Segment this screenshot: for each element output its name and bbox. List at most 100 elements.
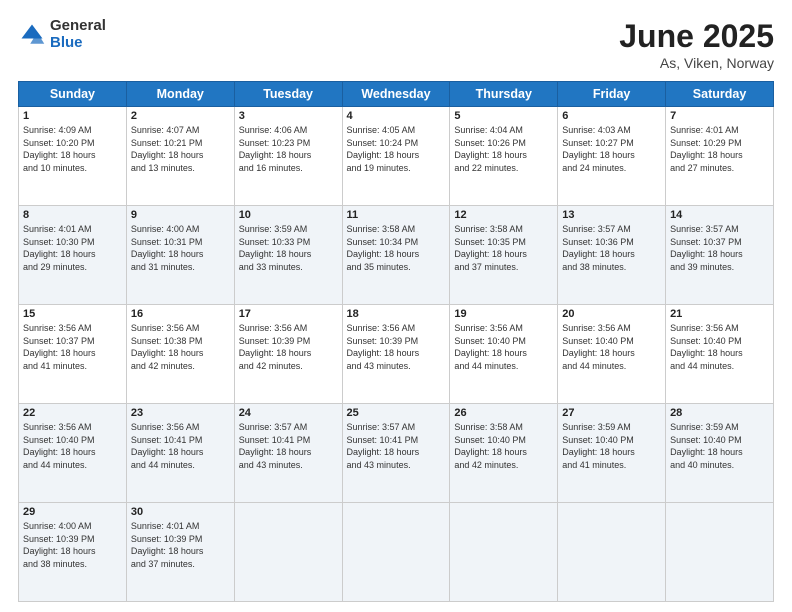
day-number: 17 (239, 308, 338, 320)
calendar-title: June 2025 (619, 18, 774, 55)
calendar-cell: 4 Sunrise: 4:05 AMSunset: 10:24 PMDaylig… (342, 107, 450, 206)
calendar-cell (450, 503, 558, 602)
day-info: Sunrise: 3:56 AMSunset: 10:38 PMDaylight… (131, 323, 204, 371)
calendar-cell: 2 Sunrise: 4:07 AMSunset: 10:21 PMDaylig… (126, 107, 234, 206)
calendar-week-row: 8 Sunrise: 4:01 AMSunset: 10:30 PMDaylig… (19, 206, 774, 305)
calendar-header-row: SundayMondayTuesdayWednesdayThursdayFrid… (19, 82, 774, 107)
calendar-cell: 8 Sunrise: 4:01 AMSunset: 10:30 PMDaylig… (19, 206, 127, 305)
day-number: 14 (670, 209, 769, 221)
day-number: 15 (23, 308, 122, 320)
day-number: 8 (23, 209, 122, 221)
calendar-week-row: 1 Sunrise: 4:09 AMSunset: 10:20 PMDaylig… (19, 107, 774, 206)
calendar-cell: 27 Sunrise: 3:59 AMSunset: 10:40 PMDayli… (558, 404, 666, 503)
calendar-cell (558, 503, 666, 602)
calendar-week-row: 22 Sunrise: 3:56 AMSunset: 10:40 PMDayli… (19, 404, 774, 503)
day-info: Sunrise: 3:57 AMSunset: 10:37 PMDaylight… (670, 224, 743, 272)
day-info: Sunrise: 3:59 AMSunset: 10:33 PMDaylight… (239, 224, 312, 272)
calendar-subtitle: As, Viken, Norway (619, 55, 774, 71)
column-header-saturday: Saturday (666, 82, 774, 107)
day-number: 10 (239, 209, 338, 221)
logo-text: General Blue (50, 18, 106, 51)
day-info: Sunrise: 3:58 AMSunset: 10:35 PMDaylight… (454, 224, 527, 272)
logo-general: General (50, 18, 106, 35)
day-number: 26 (454, 407, 553, 419)
logo: General Blue (18, 18, 106, 51)
day-info: Sunrise: 3:57 AMSunset: 10:41 PMDaylight… (347, 422, 420, 470)
day-info: Sunrise: 3:59 AMSunset: 10:40 PMDaylight… (670, 422, 743, 470)
day-info: Sunrise: 4:05 AMSunset: 10:24 PMDaylight… (347, 125, 420, 173)
calendar-cell: 10 Sunrise: 3:59 AMSunset: 10:33 PMDayli… (234, 206, 342, 305)
day-number: 3 (239, 110, 338, 122)
day-number: 2 (131, 110, 230, 122)
calendar-table: SundayMondayTuesdayWednesdayThursdayFrid… (18, 81, 774, 602)
calendar-cell: 28 Sunrise: 3:59 AMSunset: 10:40 PMDayli… (666, 404, 774, 503)
calendar-cell: 13 Sunrise: 3:57 AMSunset: 10:36 PMDayli… (558, 206, 666, 305)
title-block: June 2025 As, Viken, Norway (619, 18, 774, 71)
day-info: Sunrise: 3:57 AMSunset: 10:36 PMDaylight… (562, 224, 635, 272)
day-number: 1 (23, 110, 122, 122)
page: General Blue June 2025 As, Viken, Norway… (0, 0, 792, 612)
column-header-sunday: Sunday (19, 82, 127, 107)
logo-icon (18, 21, 46, 49)
day-number: 12 (454, 209, 553, 221)
calendar-cell: 29 Sunrise: 4:00 AMSunset: 10:39 PMDayli… (19, 503, 127, 602)
calendar-cell: 3 Sunrise: 4:06 AMSunset: 10:23 PMDaylig… (234, 107, 342, 206)
day-info: Sunrise: 3:56 AMSunset: 10:40 PMDaylight… (23, 422, 96, 470)
day-number: 21 (670, 308, 769, 320)
day-info: Sunrise: 4:07 AMSunset: 10:21 PMDaylight… (131, 125, 204, 173)
day-info: Sunrise: 4:09 AMSunset: 10:20 PMDaylight… (23, 125, 96, 173)
calendar-cell: 23 Sunrise: 3:56 AMSunset: 10:41 PMDayli… (126, 404, 234, 503)
day-info: Sunrise: 4:03 AMSunset: 10:27 PMDaylight… (562, 125, 635, 173)
calendar-cell: 22 Sunrise: 3:56 AMSunset: 10:40 PMDayli… (19, 404, 127, 503)
column-header-thursday: Thursday (450, 82, 558, 107)
calendar-cell: 7 Sunrise: 4:01 AMSunset: 10:29 PMDaylig… (666, 107, 774, 206)
logo-blue: Blue (50, 35, 106, 52)
calendar-cell: 9 Sunrise: 4:00 AMSunset: 10:31 PMDaylig… (126, 206, 234, 305)
day-info: Sunrise: 3:59 AMSunset: 10:40 PMDaylight… (562, 422, 635, 470)
calendar-cell: 30 Sunrise: 4:01 AMSunset: 10:39 PMDayli… (126, 503, 234, 602)
calendar-week-row: 15 Sunrise: 3:56 AMSunset: 10:37 PMDayli… (19, 305, 774, 404)
day-number: 5 (454, 110, 553, 122)
calendar-week-row: 29 Sunrise: 4:00 AMSunset: 10:39 PMDayli… (19, 503, 774, 602)
column-header-friday: Friday (558, 82, 666, 107)
day-number: 16 (131, 308, 230, 320)
day-number: 20 (562, 308, 661, 320)
day-number: 11 (347, 209, 446, 221)
calendar-cell: 25 Sunrise: 3:57 AMSunset: 10:41 PMDayli… (342, 404, 450, 503)
calendar-cell: 21 Sunrise: 3:56 AMSunset: 10:40 PMDayli… (666, 305, 774, 404)
day-info: Sunrise: 3:58 AMSunset: 10:40 PMDaylight… (454, 422, 527, 470)
day-number: 23 (131, 407, 230, 419)
day-number: 6 (562, 110, 661, 122)
calendar-cell: 24 Sunrise: 3:57 AMSunset: 10:41 PMDayli… (234, 404, 342, 503)
calendar-cell: 20 Sunrise: 3:56 AMSunset: 10:40 PMDayli… (558, 305, 666, 404)
day-info: Sunrise: 3:56 AMSunset: 10:39 PMDaylight… (239, 323, 312, 371)
day-number: 18 (347, 308, 446, 320)
day-info: Sunrise: 4:00 AMSunset: 10:31 PMDaylight… (131, 224, 204, 272)
calendar-cell: 26 Sunrise: 3:58 AMSunset: 10:40 PMDayli… (450, 404, 558, 503)
day-info: Sunrise: 3:56 AMSunset: 10:40 PMDaylight… (562, 323, 635, 371)
day-info: Sunrise: 3:56 AMSunset: 10:40 PMDaylight… (670, 323, 743, 371)
day-number: 30 (131, 506, 230, 518)
day-info: Sunrise: 4:01 AMSunset: 10:39 PMDaylight… (131, 521, 204, 569)
day-info: Sunrise: 3:57 AMSunset: 10:41 PMDaylight… (239, 422, 312, 470)
day-number: 9 (131, 209, 230, 221)
day-number: 27 (562, 407, 661, 419)
day-number: 7 (670, 110, 769, 122)
calendar-cell (666, 503, 774, 602)
day-info: Sunrise: 3:56 AMSunset: 10:41 PMDaylight… (131, 422, 204, 470)
calendar-cell: 6 Sunrise: 4:03 AMSunset: 10:27 PMDaylig… (558, 107, 666, 206)
column-header-wednesday: Wednesday (342, 82, 450, 107)
day-number: 4 (347, 110, 446, 122)
calendar-cell: 18 Sunrise: 3:56 AMSunset: 10:39 PMDayli… (342, 305, 450, 404)
day-info: Sunrise: 3:56 AMSunset: 10:40 PMDaylight… (454, 323, 527, 371)
calendar-cell (342, 503, 450, 602)
day-number: 25 (347, 407, 446, 419)
day-number: 19 (454, 308, 553, 320)
day-number: 29 (23, 506, 122, 518)
calendar-cell: 5 Sunrise: 4:04 AMSunset: 10:26 PMDaylig… (450, 107, 558, 206)
day-number: 13 (562, 209, 661, 221)
day-number: 22 (23, 407, 122, 419)
column-header-tuesday: Tuesday (234, 82, 342, 107)
calendar-cell (234, 503, 342, 602)
day-info: Sunrise: 3:58 AMSunset: 10:34 PMDaylight… (347, 224, 420, 272)
